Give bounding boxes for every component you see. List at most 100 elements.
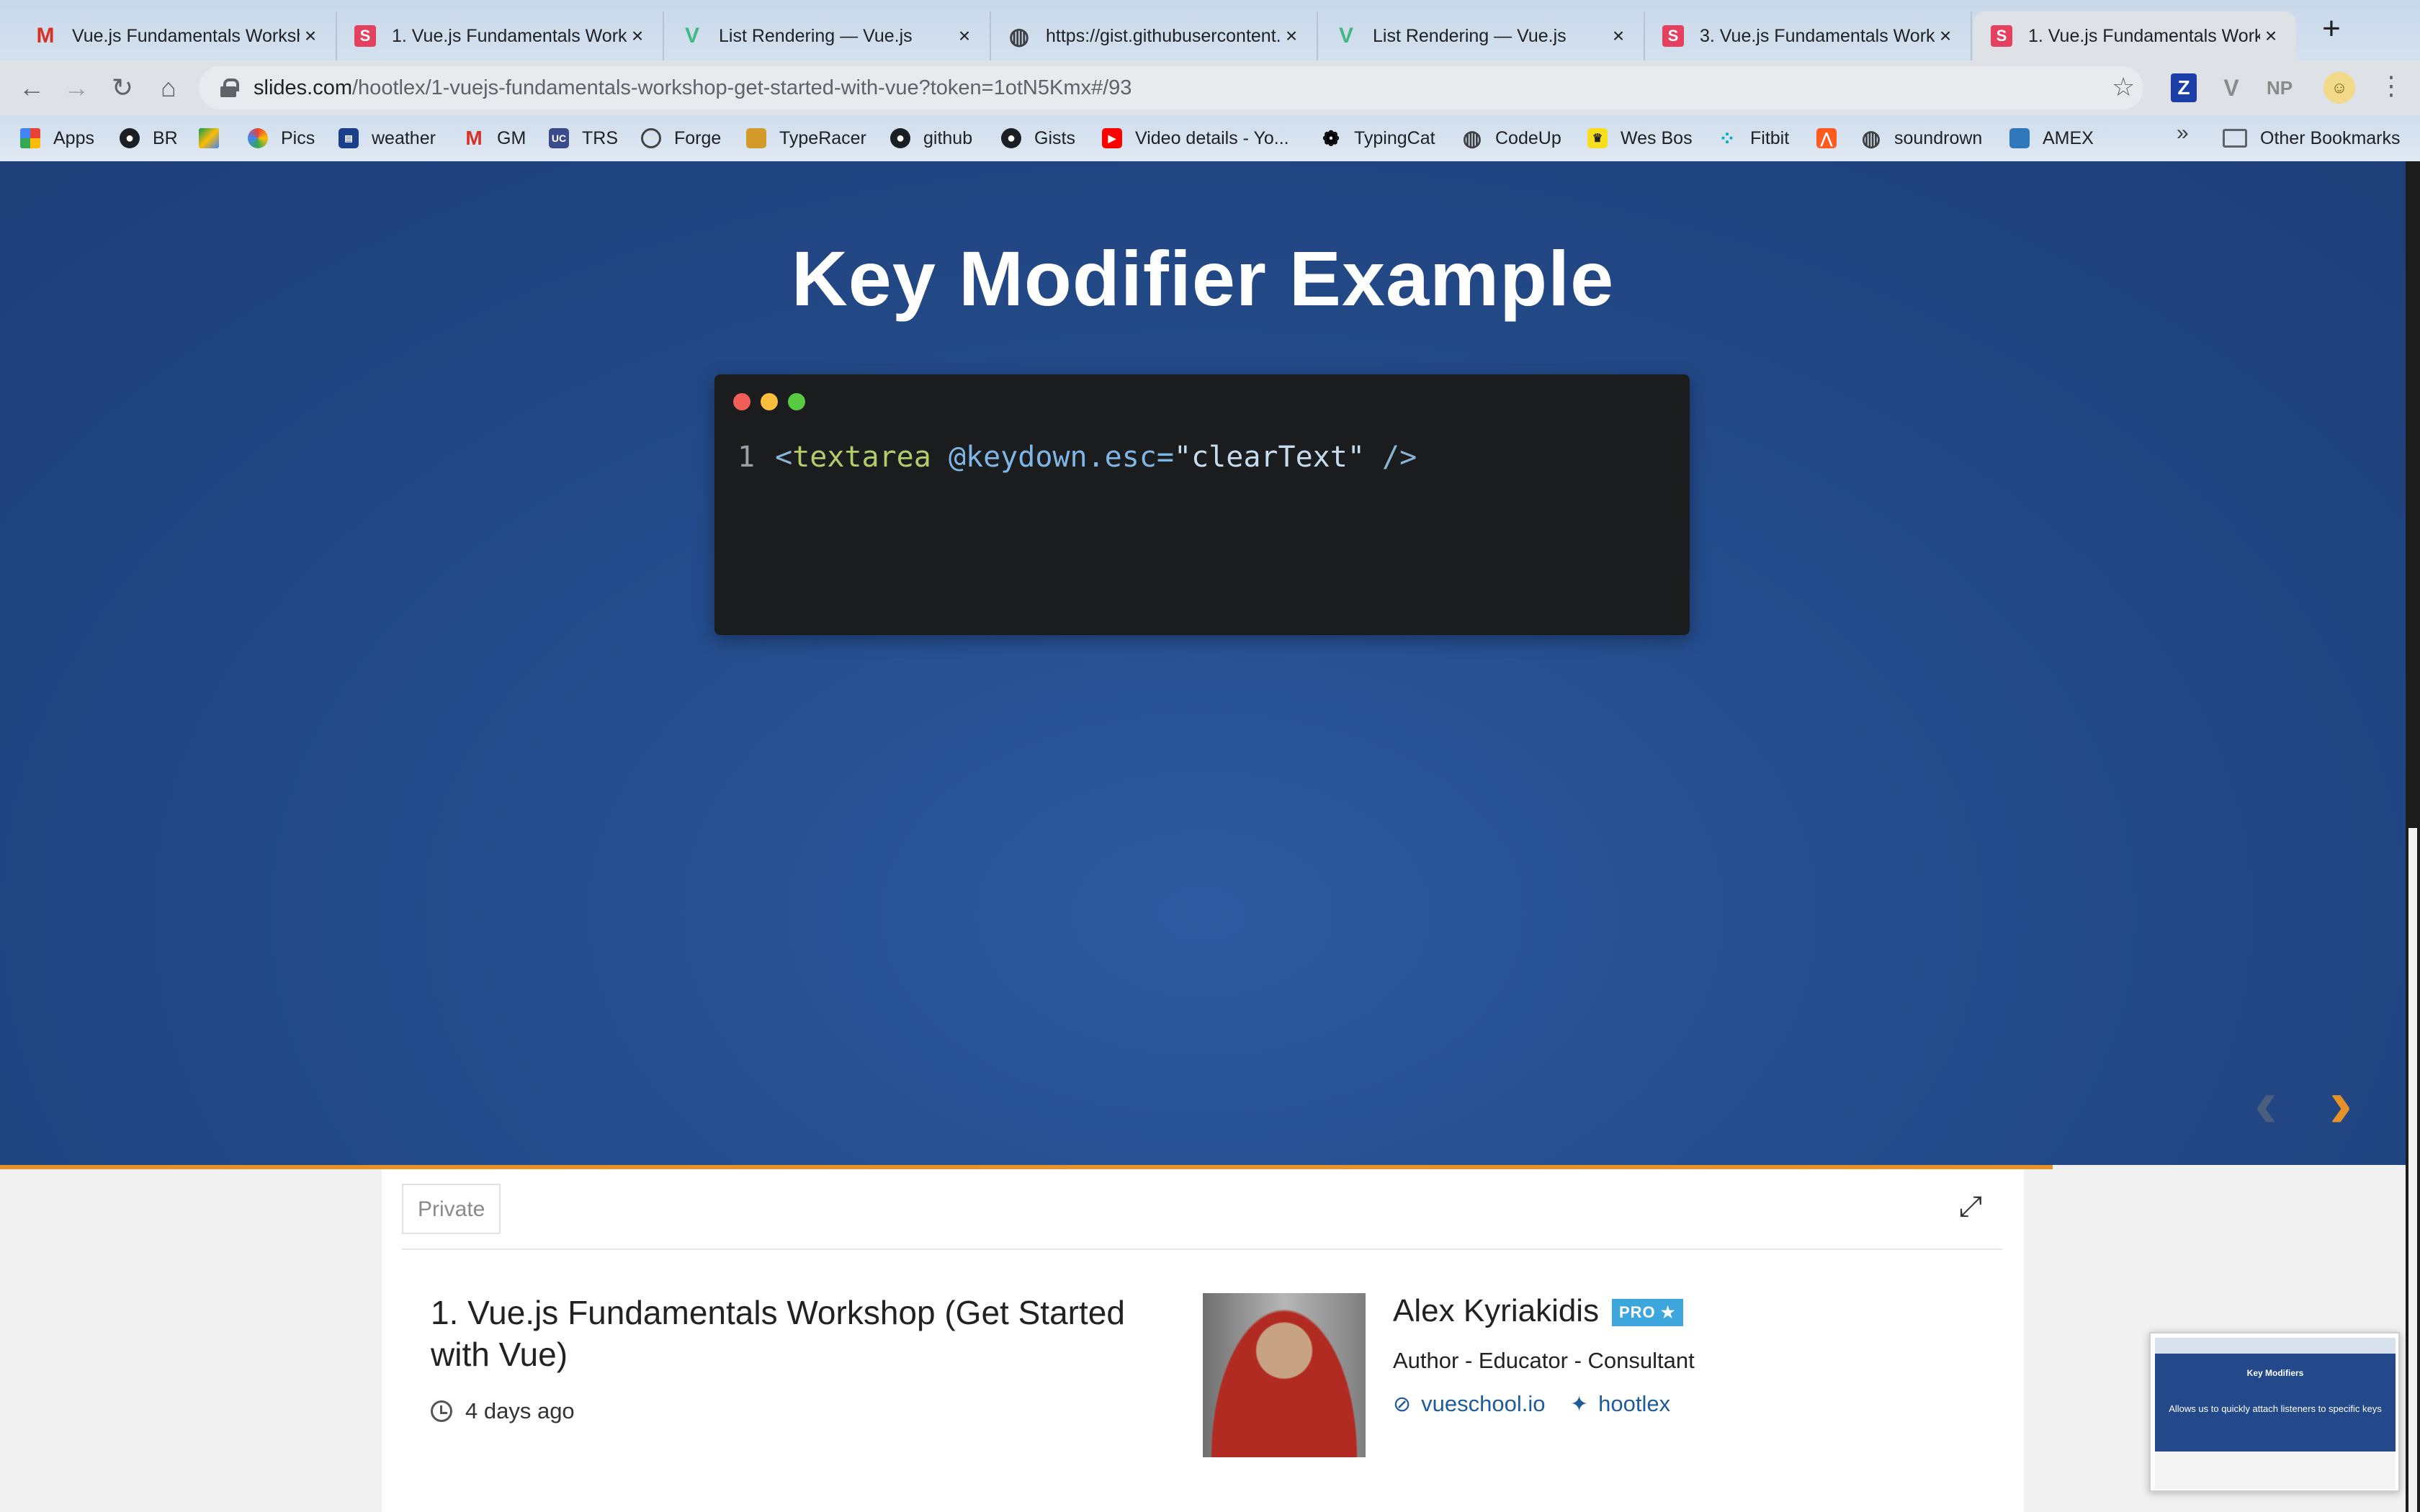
bookmark-label: Video details - Yo... xyxy=(1135,127,1289,148)
close-icon[interactable]: × xyxy=(1281,24,1302,48)
bookmark-label: TypingCat xyxy=(1354,127,1435,148)
bookmark-wesbos[interactable]: ♛ Wes Bos xyxy=(1587,125,1693,151)
slides-icon: S xyxy=(1991,25,2012,47)
np-extension-icon[interactable]: NP xyxy=(2262,73,2298,102)
bookmark-github[interactable]: ● github xyxy=(890,125,972,151)
photos-icon xyxy=(248,128,268,148)
tab-slides-1[interactable]: S 1. Vue.js Fundamentals Workshop × xyxy=(337,12,664,60)
bookmark-fitbit[interactable]: ⁘ Fitbit xyxy=(1717,125,1789,151)
bookmark-gists[interactable]: ● Gists xyxy=(1001,125,1075,151)
address-bar[interactable]: slides.com/hootlex/1-vuejs-fundamentals-… xyxy=(199,66,2143,109)
url-path: /hootlex/1-vuejs-fundamentals-workshop-g… xyxy=(352,76,1132,99)
bookmark-trs[interactable]: UC TRS xyxy=(549,125,618,151)
vue-icon: V xyxy=(1338,24,1353,48)
gmail-icon: M xyxy=(465,127,483,149)
bookmark-lastlink[interactable]: ⋀ xyxy=(1816,125,1850,151)
bookmark-typingcat[interactable]: ❁ TypingCat xyxy=(1321,125,1435,151)
bookmark-star-icon[interactable]: ☆ xyxy=(2112,72,2135,102)
bookmark-video-details[interactable]: ▶ Video details - Yo... xyxy=(1102,125,1289,151)
bookmark-label: TypeRacer xyxy=(779,127,866,148)
code-string: "clearText" xyxy=(1174,441,1365,474)
folder-icon xyxy=(2223,129,2247,148)
close-icon[interactable]: × xyxy=(954,24,975,48)
next-slide-arrow-icon[interactable]: › xyxy=(2329,1064,2352,1143)
code-line-1: 1 <textarea @keydown.esc="clearText" /> xyxy=(738,441,1417,474)
bookmark-apps[interactable]: Apps xyxy=(20,125,94,151)
bookmark-label: Fitbit xyxy=(1750,127,1790,148)
lock-icon xyxy=(220,78,239,97)
tab-slides-active[interactable]: S 1. Vue.js Fundamentals Workshop × xyxy=(1973,12,2296,60)
fullscreen-icon[interactable]: ⤢ xyxy=(1959,1191,1988,1223)
globe-icon: ◍ xyxy=(1462,126,1482,150)
deck-title[interactable]: 1. Vue.js Fundamentals Workshop (Get Sta… xyxy=(431,1292,1151,1375)
bookmarks-overflow-button[interactable]: » xyxy=(2177,121,2189,145)
tab-list-rendering[interactable]: V List Rendering — Vue.js × xyxy=(664,12,991,60)
tab-title: List Rendering — Vue.js xyxy=(719,25,913,46)
bookmark-pics[interactable]: Pics xyxy=(248,125,315,151)
link-icon: ⊘ xyxy=(1393,1392,1412,1416)
pro-badge: PRO ★ xyxy=(1612,1299,1683,1326)
close-icon[interactable]: × xyxy=(627,24,648,48)
code-attribute: @keydown.esc= xyxy=(948,441,1175,474)
trs-icon: UC xyxy=(549,128,569,148)
menu-icon[interactable]: ⋮ xyxy=(2378,71,2404,101)
close-icon[interactable]: × xyxy=(1935,24,1956,48)
tab-title: Vue.js Fundamentals Workshop xyxy=(72,25,300,46)
bookmark-label: Other Bookmarks xyxy=(2260,127,2401,148)
bookmark-gm[interactable]: M GM xyxy=(464,125,526,151)
gmail-icon: M xyxy=(36,24,55,48)
time-ago-text: 4 days ago xyxy=(465,1398,575,1423)
code-token: /> xyxy=(1364,441,1417,474)
page-scrollbar[interactable] xyxy=(2406,161,2420,1512)
bookmark-weather[interactable]: ▤ weather xyxy=(339,125,436,151)
scrollbar-thumb[interactable] xyxy=(2408,828,2417,1512)
bookmark-label: GM xyxy=(497,127,526,148)
bookmark-label: TRS xyxy=(582,127,618,148)
bookmark-label: soundrown xyxy=(1894,127,1983,148)
tab-slides-3[interactable]: S 3. Vue.js Fundamentals Workshop × xyxy=(1645,12,1972,60)
home-button[interactable]: ⌂ xyxy=(150,69,187,107)
bookmark-forge[interactable]: Forge xyxy=(641,125,721,151)
bookmark-soundrown[interactable]: ◍ soundrown xyxy=(1861,125,1982,151)
profile-avatar-icon[interactable]: ☺ xyxy=(2323,72,2355,104)
forward-button[interactable]: → xyxy=(58,69,95,107)
author-website-link[interactable]: ⊘ vueschool.io xyxy=(1393,1391,1545,1417)
close-icon[interactable]: × xyxy=(1608,24,1629,48)
vue-icon: V xyxy=(684,24,699,48)
author-twitter-link[interactable]: ✦ hootlex xyxy=(1570,1391,1670,1417)
deck-info-panel: Private ⤢ 1. Vue.js Fundamentals Worksho… xyxy=(382,1169,2024,1512)
author-avatar[interactable] xyxy=(1203,1293,1366,1457)
bookmarks-bar: Apps ● BR Pics ▤ weather M GM UC TRS Forge T… xyxy=(0,115,2420,161)
github-icon: ● xyxy=(1001,128,1021,148)
zoom-extension-icon[interactable]: Z xyxy=(2171,73,2197,102)
bookmark-typeracer[interactable]: TypeRacer xyxy=(746,125,866,151)
bookmark-br[interactable]: ● BR xyxy=(120,125,178,151)
author-name[interactable]: Alex Kyriakidis xyxy=(1393,1293,1599,1329)
bookmark-drive[interactable] xyxy=(199,125,232,151)
slides-icon: S xyxy=(1662,25,1684,47)
bookmark-codeup[interactable]: ◍ CodeUp xyxy=(1462,125,1561,151)
bookmark-amex[interactable]: AMEX xyxy=(2009,125,2094,151)
drive-icon xyxy=(199,128,219,148)
vue-devtools-icon[interactable]: V xyxy=(2217,73,2246,102)
tab-title: 3. Vue.js Fundamentals Workshop xyxy=(1700,25,1935,46)
forge-icon xyxy=(641,128,661,148)
tab-gist[interactable]: ◍ https://gist.githubusercontent.com × xyxy=(991,12,1318,60)
preview-thumbnail[interactable]: Key Modifiers Allows us to quickly attac… xyxy=(2149,1332,2400,1492)
browser-chrome: M Vue.js Fundamentals Workshop × S 1. Vu… xyxy=(0,0,2420,161)
back-button[interactable]: ← xyxy=(13,69,50,107)
tab-title: https://gist.githubusercontent.com xyxy=(1046,25,1281,46)
other-bookmarks[interactable]: Other Bookmarks xyxy=(2223,125,2401,151)
tab-strip: M Vue.js Fundamentals Workshop × S 1. Vu… xyxy=(0,12,2420,60)
url-host: slides.com xyxy=(254,76,352,99)
close-icon[interactable]: × xyxy=(300,24,321,48)
window-close-dot xyxy=(733,393,750,410)
amex-icon xyxy=(2009,128,2030,148)
close-icon[interactable]: × xyxy=(2260,24,2282,48)
prev-slide-arrow-icon[interactable]: ‹ xyxy=(2254,1064,2277,1143)
tab-list-rendering-2[interactable]: V List Rendering — Vue.js × xyxy=(1318,12,1645,60)
reload-button[interactable]: ↻ xyxy=(104,69,141,107)
tab-gmail-workshop[interactable]: M Vue.js Fundamentals Workshop × xyxy=(17,12,337,60)
new-tab-button[interactable]: + xyxy=(2313,12,2349,48)
browser-toolbar: ← → ↻ ⌂ slides.com/hootlex/1-vuejs-funda… xyxy=(0,60,2420,115)
